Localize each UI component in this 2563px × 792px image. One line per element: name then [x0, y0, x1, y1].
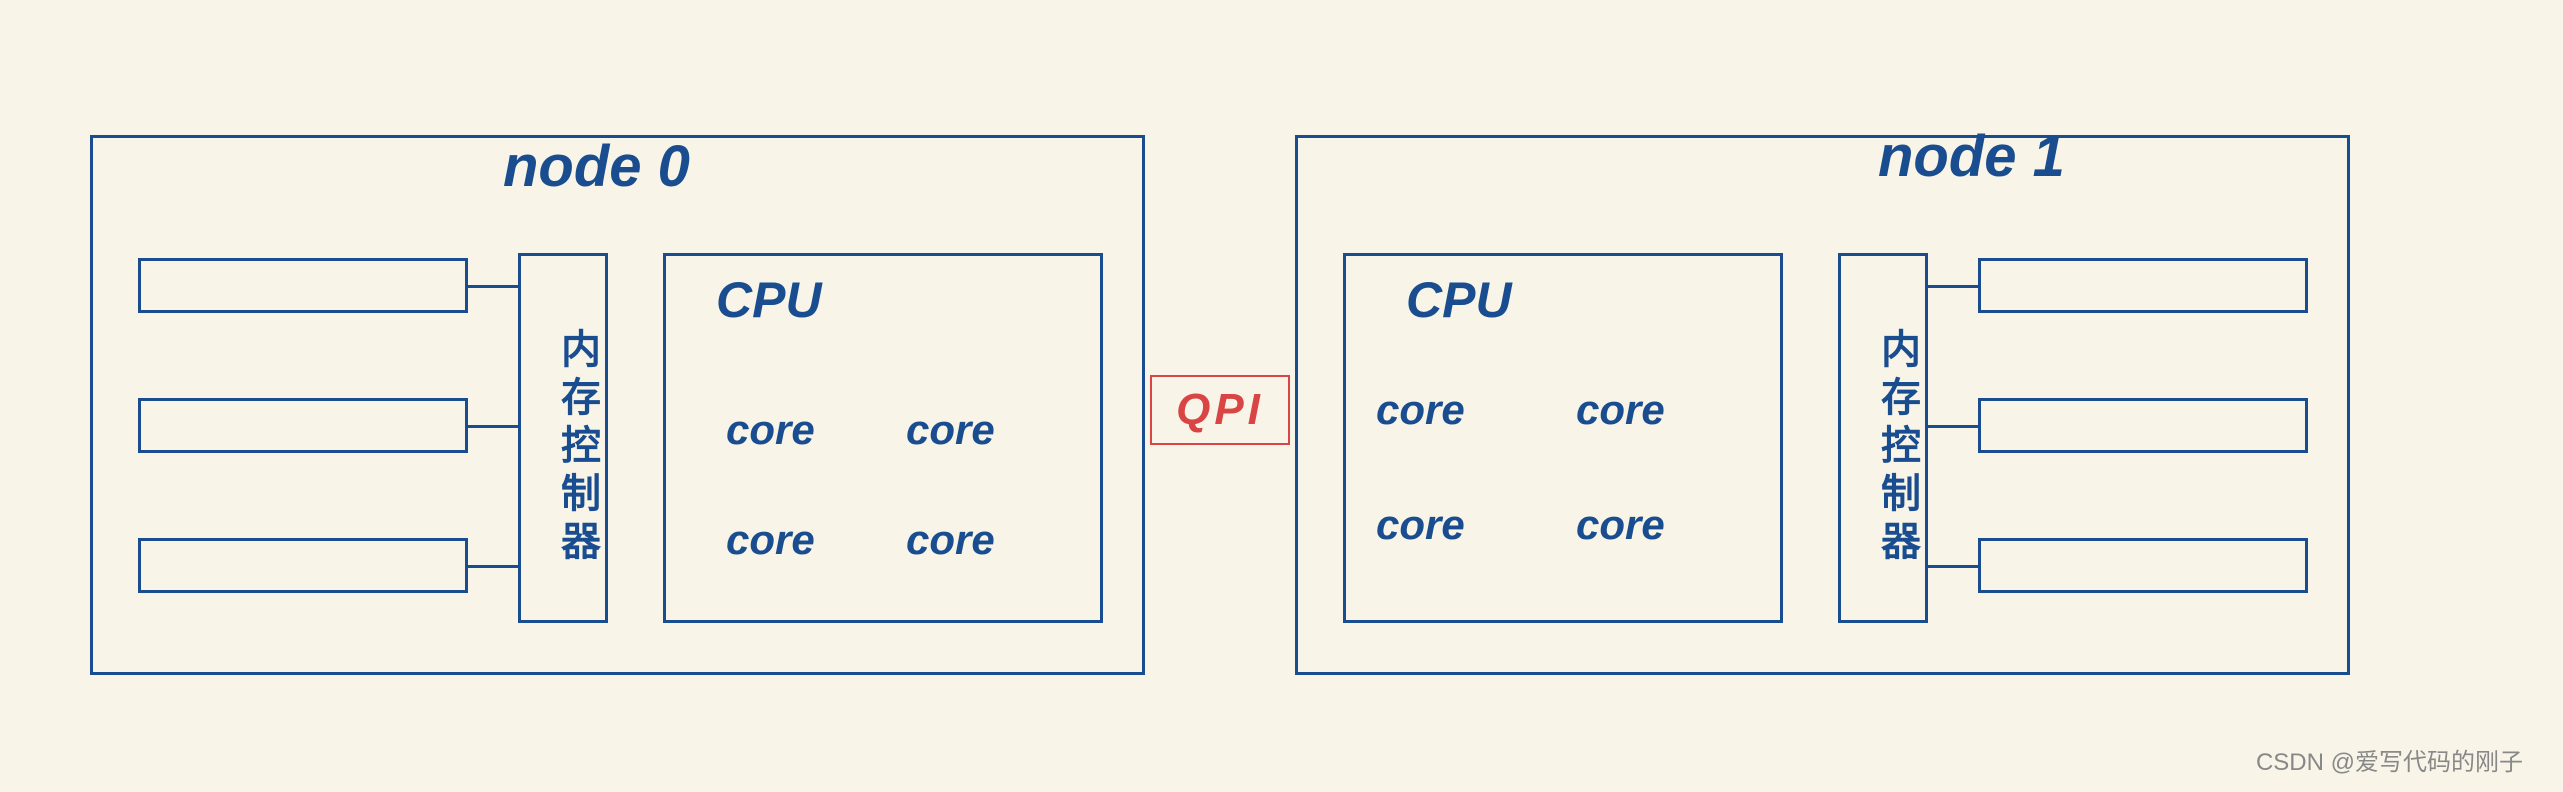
node-1-core-2: core: [1376, 501, 1465, 549]
node-1-core-1: core: [1576, 386, 1665, 434]
watermark-credit: CSDN @爱写代码的刚子: [2256, 742, 2523, 777]
node-1-mem-controller: 内存控制器: [1838, 253, 1928, 623]
node-1-conn-2: [1928, 565, 1978, 568]
node-0-cpu-box: CPU core core core core: [663, 253, 1103, 623]
qpi-interconnect: QPI: [1150, 375, 1290, 445]
node-1-mem-bar-1: [1978, 398, 2308, 453]
node-1-mem-bar-0: [1978, 258, 2308, 313]
node-0-box: node 0 内存控制器 CPU core core core core: [90, 135, 1145, 675]
node-1-title: node 1: [1878, 123, 2065, 190]
node-0-mem-bar-1: [138, 398, 468, 453]
node-1-mem-bar-2: [1978, 538, 2308, 593]
node-0-core-1: core: [906, 406, 995, 454]
node-0-mem-controller: 内存控制器: [518, 253, 608, 623]
node-1-cpu-label: CPU: [1406, 271, 1512, 329]
node-1-conn-0: [1928, 285, 1978, 288]
node-1-box: node 1 CPU core core core core 内存控制器: [1295, 135, 2350, 675]
node-0-core-2: core: [726, 516, 815, 564]
node-1-conn-1: [1928, 425, 1978, 428]
node-1-cpu-box: CPU core core core core: [1343, 253, 1783, 623]
node-0-mem-bar-0: [138, 258, 468, 313]
node-0-core-3: core: [906, 516, 995, 564]
node-0-mem-bar-2: [138, 538, 468, 593]
node-0-title: node 0: [503, 133, 690, 200]
node-0-cpu-label: CPU: [716, 271, 822, 329]
node-0-conn-0: [468, 285, 518, 288]
node-1-core-0: core: [1376, 386, 1465, 434]
node-0-conn-1: [468, 425, 518, 428]
node-0-core-0: core: [726, 406, 815, 454]
node-0-conn-2: [468, 565, 518, 568]
node-1-core-3: core: [1576, 501, 1665, 549]
